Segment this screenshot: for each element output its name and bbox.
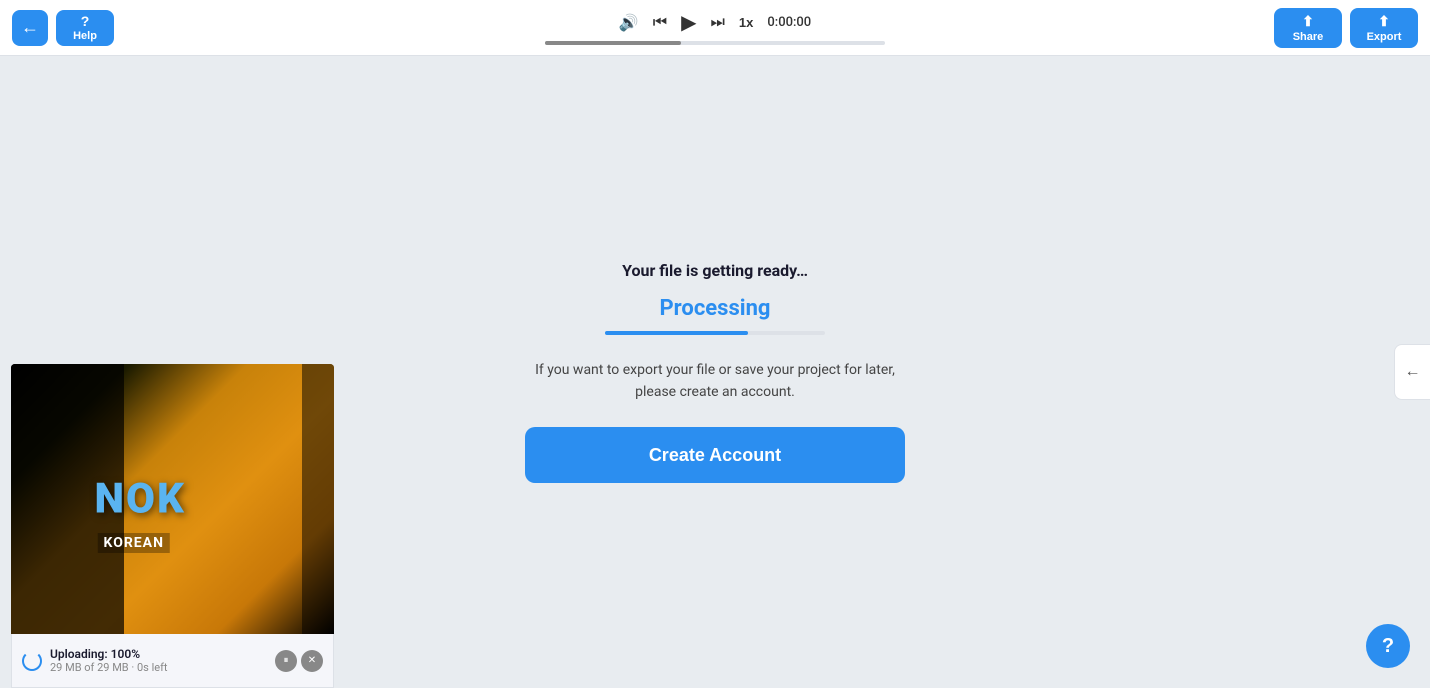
upload-detail: 29 MB of 29 MB · 0s left [50,661,267,674]
fast-forward-button[interactable]: ⏭ [711,14,725,32]
help-button[interactable]: ? Help [56,10,114,46]
toolbar-center: 🔊 ⏮ ▶ ⏭ 1x 0:00:00 [545,10,885,45]
play-button[interactable]: ▶ [681,10,696,35]
upload-title: Uploading: 100% [50,647,267,661]
main-content: ← Your file is getting ready… Processing… [0,56,1430,688]
upload-spinner [22,651,42,671]
center-panel: Your file is getting ready… Processing I… [485,221,945,524]
upload-info: Uploading: 100% 29 MB of 29 MB · 0s left [50,647,267,674]
help-circle-button[interactable]: ? [1366,624,1410,668]
side-collapse-button[interactable]: ← [1394,344,1430,400]
video-background: NOK KOREAN [11,364,334,634]
processing-progress-fill [605,331,748,335]
share-label: Share [1293,31,1324,43]
toolbar-right: ⬆ Share ⬆ Export [1274,8,1418,48]
export-button[interactable]: ⬆ Export [1350,8,1418,48]
export-label: Export [1367,31,1402,43]
create-account-button[interactable]: Create Account [525,427,905,483]
help-label: Help [73,30,97,42]
processing-progress-bar [605,331,825,335]
video-nok-text: NOK [95,475,186,524]
share-icon: ⬆ [1302,13,1314,30]
upload-controls: ⏸ ✕ [275,650,323,672]
back-button[interactable]: ← [12,10,48,46]
info-text: If you want to export your file or save … [535,359,895,404]
help-question-icon: ? [81,13,90,29]
pause-icon: ⏸ [284,655,289,666]
video-dark-right [302,364,334,634]
status-title: Your file is getting ready… [622,261,808,280]
upload-status-bar: Uploading: 100% 29 MB of 29 MB · 0s left… [11,634,334,688]
playback-progress-fill [545,41,681,45]
close-icon: ✕ [308,655,316,666]
share-button[interactable]: ⬆ Share [1274,8,1342,48]
toolbar: ← ? Help 🔊 ⏮ ▶ ⏭ 1x 0:00:00 ⬆ Share ⬆ Ex… [0,0,1430,56]
playback-controls: 🔊 ⏮ ▶ ⏭ 1x 0:00:00 [619,10,811,35]
info-line2: please create an account. [635,384,795,400]
time-display: 0:00:00 [767,15,811,30]
video-panel: 🚫 NOK KOREAN Uploading: 100% 29 MB of 29… [0,364,345,688]
export-icon: ⬆ [1378,13,1390,30]
speed-button[interactable]: 1x [739,15,753,30]
upload-pause-button[interactable]: ⏸ [275,650,297,672]
info-line1: If you want to export your file or save … [535,362,895,378]
video-korean-text: KOREAN [98,533,170,553]
volume-button[interactable]: 🔊 [619,13,639,33]
rewind-button[interactable]: ⏮ [653,14,667,32]
toolbar-left: ← ? Help [12,10,114,46]
upload-close-button[interactable]: ✕ [301,650,323,672]
video-thumbnail: NOK KOREAN [11,364,334,634]
processing-label: Processing [660,296,771,321]
playback-progress-bar[interactable] [545,41,885,45]
